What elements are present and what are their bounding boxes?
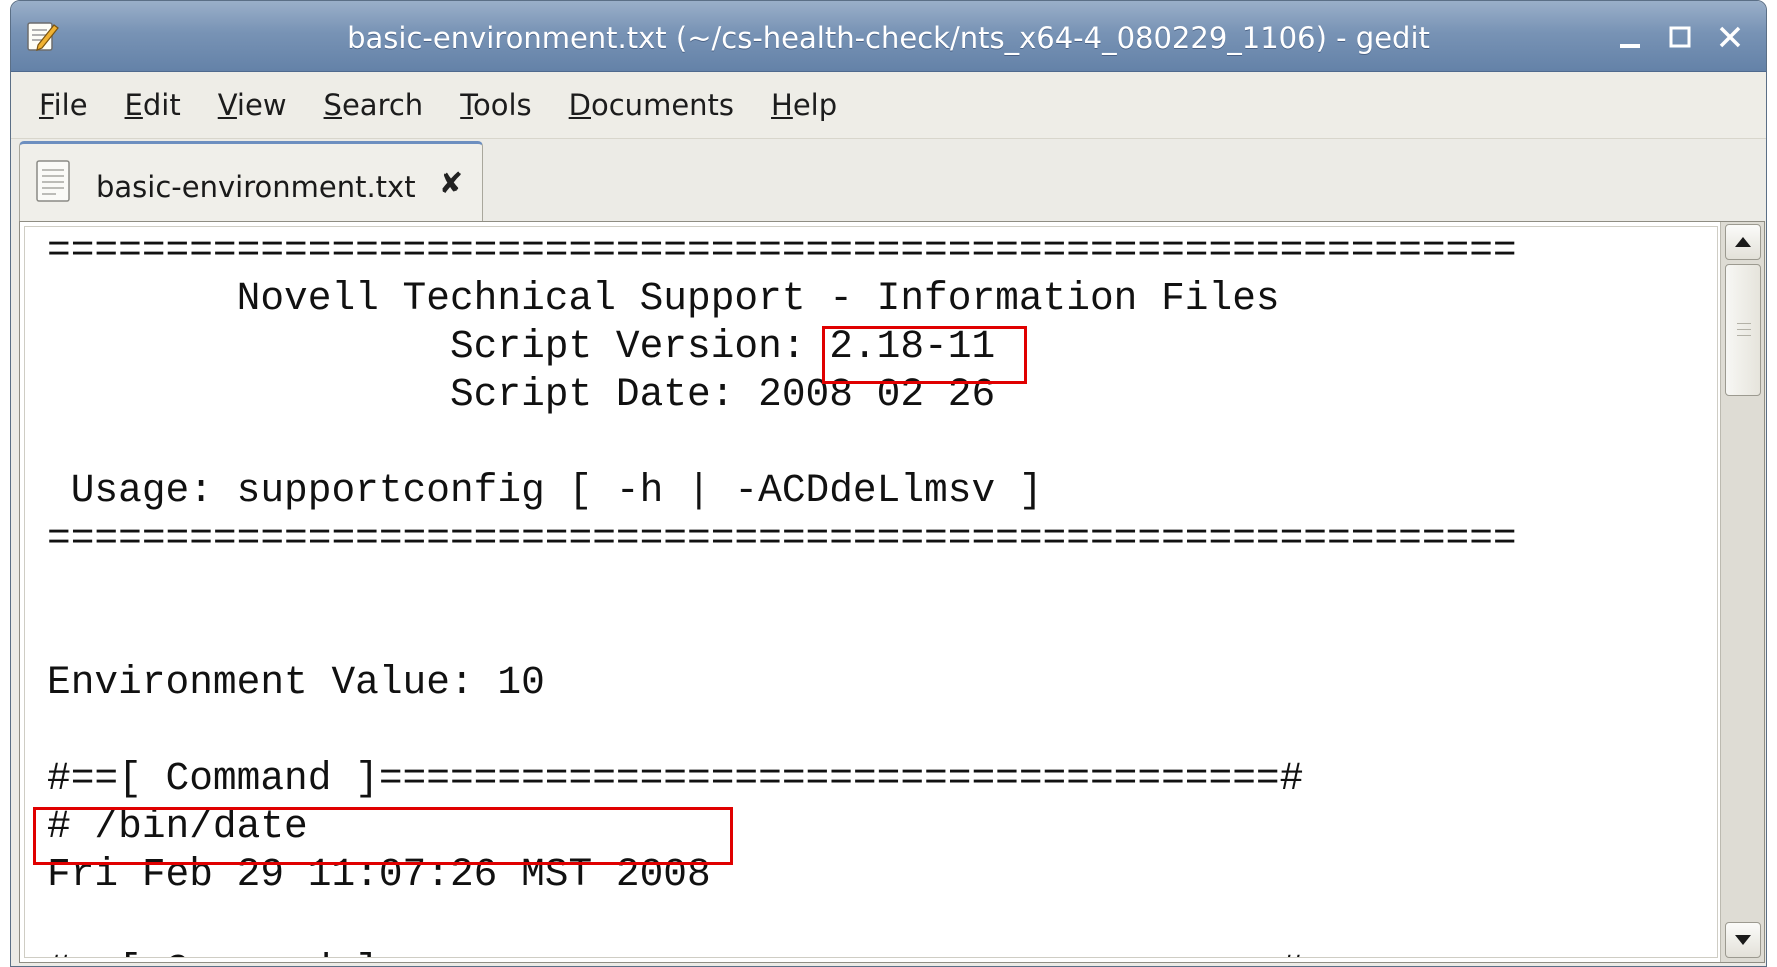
maximize-icon[interactable] (1662, 19, 1698, 55)
scroll-up-arrow-icon[interactable] (1725, 224, 1761, 260)
title-bar[interactable]: basic-environment.txt (~/cs-health-check… (11, 1, 1766, 72)
text-line: #==[ Command ]==========================… (47, 947, 1303, 957)
menu-file[interactable]: File (39, 88, 88, 122)
window-title: basic-environment.txt (~/cs-health-check… (347, 21, 1430, 55)
document-tab-strip: basic-environment.txt ✘ (11, 139, 1766, 225)
menu-help[interactable]: Help (771, 88, 837, 122)
menu-tools[interactable]: Tools (460, 88, 531, 122)
scroll-down-arrow-icon[interactable] (1725, 922, 1761, 958)
vertical-scrollbar[interactable] (1720, 222, 1764, 962)
close-icon[interactable] (1712, 19, 1748, 55)
tab-close-icon[interactable]: ✘ (438, 166, 464, 200)
gedit-window: basic-environment.txt (~/cs-health-check… (10, 0, 1767, 967)
highlight-box-script-version (822, 326, 1027, 384)
menu-view[interactable]: View (218, 88, 287, 122)
menu-bar: File Edit View Search Tools Documents He… (11, 72, 1766, 139)
menu-search[interactable]: Search (324, 88, 424, 122)
text-line: Environment Value: 10 (47, 660, 545, 705)
menu-documents[interactable]: Documents (569, 88, 734, 122)
tab-label: basic-environment.txt (96, 170, 416, 204)
tab-basic-environment[interactable]: basic-environment.txt ✘ (19, 141, 483, 225)
text-line: ========================================… (47, 228, 1517, 273)
text-document-icon (36, 160, 70, 202)
minimize-icon[interactable] (1612, 19, 1648, 55)
highlight-box-date-output (33, 807, 733, 865)
text-view[interactable]: ========================================… (24, 226, 1718, 958)
editor-frame: ========================================… (19, 221, 1765, 963)
scrollbar-thumb[interactable] (1725, 264, 1761, 396)
text-line: Usage: supportconfig [ -h | -ACDdeLlmsv … (47, 468, 1043, 513)
menu-edit[interactable]: Edit (125, 88, 181, 122)
text-line: ========================================… (47, 516, 1517, 561)
text-line: #==[ Command ]==========================… (47, 756, 1304, 801)
text-line: Novell Technical Support - Information F… (47, 276, 1280, 321)
